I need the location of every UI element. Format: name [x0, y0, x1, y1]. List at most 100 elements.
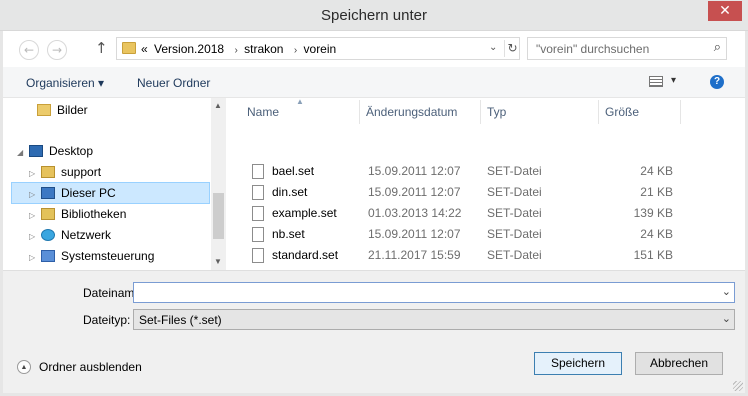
column-header-type[interactable]: Typ	[487, 105, 506, 119]
cancel-button[interactable]: Abbrechen	[635, 352, 723, 375]
file-name: din.set	[272, 185, 308, 199]
file-icon	[252, 248, 264, 263]
close-button[interactable]: ✕	[708, 1, 742, 21]
expand-arrow-icon[interactable]: ▷	[29, 227, 41, 247]
scroll-down-icon[interactable]: ▼	[214, 257, 222, 266]
filetype-value: Set-Files (*.set)	[139, 313, 222, 327]
breadcrumb-item[interactable]: strakon	[244, 42, 283, 56]
file-name: nb.set	[272, 227, 305, 241]
nav-item-desktop[interactable]: ◢ Desktop	[17, 141, 207, 161]
breadcrumb-item[interactable]: Version.2018	[154, 42, 224, 56]
dialog-client: ← → ↑ « Version.2018 › strakon › vorein …	[3, 31, 745, 393]
file-date: 15.09.2011 12:07	[368, 227, 461, 241]
new-folder-button[interactable]: Neuer Ordner	[137, 76, 210, 90]
nav-item-label: Desktop	[49, 144, 94, 158]
nav-item-label: Dieser PC	[61, 186, 116, 200]
file-icon	[252, 206, 264, 221]
chevron-down-icon[interactable]: ⌄	[722, 285, 731, 298]
organize-button[interactable]: Organisieren ▾	[26, 76, 104, 90]
folder-icon	[37, 104, 51, 116]
sort-ascending-icon: ▲	[296, 97, 304, 106]
expand-arrow-icon[interactable]: ▷	[29, 248, 41, 268]
up-folder-button[interactable]: ↑	[95, 39, 108, 57]
breadcrumb-separator[interactable]: ›	[294, 45, 297, 56]
file-type: SET-Datei	[487, 206, 542, 220]
filetype-label: Dateityp:	[83, 313, 131, 327]
refresh-button[interactable]: ↻	[504, 40, 520, 57]
expand-arrow-icon[interactable]: ▷	[29, 206, 41, 226]
file-name: bael.set	[272, 164, 315, 178]
chevron-down-icon[interactable]: ▾	[671, 75, 676, 86]
forward-button[interactable]: →	[47, 40, 67, 60]
file-list: Name ▲ Änderungsdatum Typ Größe bael.set…	[229, 97, 745, 270]
hide-folders-label: Ordner ausblenden	[39, 360, 142, 374]
nav-item-netzwerk[interactable]: ▷ Netzwerk	[29, 225, 209, 245]
file-row[interactable]: example.set 01.03.2013 14:22 SET-Datei 1…	[248, 203, 678, 224]
file-size: 24 KB	[640, 164, 673, 178]
file-row[interactable]: din.set 15.09.2011 12:07 SET-Datei 21 KB	[248, 182, 678, 203]
file-row[interactable]: nb.set 15.09.2011 12:07 SET-Datei 24 KB	[248, 224, 678, 245]
filename-input[interactable]: ⌄	[133, 282, 735, 303]
column-divider[interactable]	[598, 100, 599, 124]
nav-item-bilder[interactable]: Bilder	[25, 100, 205, 120]
search-input[interactable]: "vorein" durchsuchen ⌕	[527, 37, 727, 60]
file-size: 24 KB	[640, 227, 673, 241]
nav-item-label: Systemsteuerung	[61, 249, 155, 263]
file-type: SET-Datei	[487, 164, 542, 178]
scroll-up-icon[interactable]: ▲	[214, 101, 222, 110]
column-divider[interactable]	[680, 100, 681, 124]
breadcrumb-overflow[interactable]: «	[141, 42, 148, 56]
breadcrumb-separator[interactable]: ›	[234, 45, 237, 56]
collapse-icon: ▲	[17, 360, 31, 374]
library-icon	[41, 208, 55, 220]
breadcrumb-item[interactable]: vorein	[304, 42, 337, 56]
address-box[interactable]: « Version.2018 › strakon › vorein ⌄ ↻	[116, 37, 520, 60]
scrollbar-thumb[interactable]	[213, 193, 224, 239]
help-icon[interactable]: ?	[710, 75, 724, 89]
network-icon	[41, 229, 55, 241]
file-date: 01.03.2013 14:22	[368, 206, 462, 220]
computer-icon	[41, 187, 55, 199]
file-icon	[252, 185, 264, 200]
file-date: 21.11.2017 15:59	[368, 248, 461, 262]
save-button[interactable]: Speichern	[534, 352, 622, 375]
expand-arrow-icon[interactable]: ▷	[29, 164, 41, 184]
file-date: 15.09.2011 12:07	[368, 185, 461, 199]
nav-item-label: Bilder	[57, 103, 88, 117]
nav-item-bibliotheken[interactable]: ▷ Bibliotheken	[29, 204, 209, 224]
column-header-size[interactable]: Größe	[605, 105, 639, 119]
file-icon	[252, 164, 264, 179]
file-size: 21 KB	[640, 185, 673, 199]
back-button[interactable]: ←	[19, 40, 39, 60]
control-panel-icon	[41, 250, 55, 262]
navigation-pane: Bilder ◢ Desktop ▷ support ▷ Dieser PC ▷ Bib…	[3, 98, 226, 270]
resize-grip[interactable]	[733, 381, 743, 391]
nav-item-systemsteuerung[interactable]: ▷ Systemsteuerung	[29, 246, 209, 266]
column-header-name[interactable]: Name	[247, 105, 279, 119]
column-header-label: Name	[247, 105, 280, 119]
search-icon[interactable]: ⌕	[714, 40, 721, 55]
file-type: SET-Datei	[487, 227, 542, 241]
file-type: SET-Datei	[487, 185, 542, 199]
user-folder-icon	[41, 166, 55, 178]
save-form-area: Dateiname: ⌄ Dateityp: Set-Files (*.set)…	[3, 270, 745, 393]
nav-item-label: Bibliotheken	[61, 207, 127, 221]
column-divider[interactable]	[359, 100, 360, 124]
chevron-down-icon[interactable]: ⌄	[489, 42, 497, 53]
search-placeholder: "vorein" durchsuchen	[536, 42, 650, 56]
nav-scrollbar[interactable]: ▲ ▼	[211, 98, 226, 270]
view-options-icon[interactable]	[649, 76, 663, 87]
file-row[interactable]: bael.set 15.09.2011 12:07 SET-Datei 24 K…	[248, 161, 678, 182]
chevron-down-icon[interactable]: ⌄	[722, 312, 731, 325]
column-divider[interactable]	[480, 100, 481, 124]
expand-arrow-icon[interactable]: ▷	[29, 185, 41, 205]
filetype-select[interactable]: Set-Files (*.set) ⌄	[133, 309, 735, 330]
file-row[interactable]: standard.set 21.11.2017 15:59 SET-Datei …	[248, 245, 678, 266]
file-size: 139 KB	[633, 206, 673, 220]
nav-item-support[interactable]: ▷ support	[29, 162, 209, 182]
command-toolbar: Organisieren ▾ Neuer Ordner ▾ ?	[3, 67, 745, 98]
nav-item-dieser-pc[interactable]: ▷ Dieser PC	[11, 182, 210, 204]
nav-item-label: support	[61, 165, 102, 179]
expand-arrow-icon[interactable]: ◢	[17, 143, 29, 163]
column-header-date[interactable]: Änderungsdatum	[366, 105, 457, 119]
